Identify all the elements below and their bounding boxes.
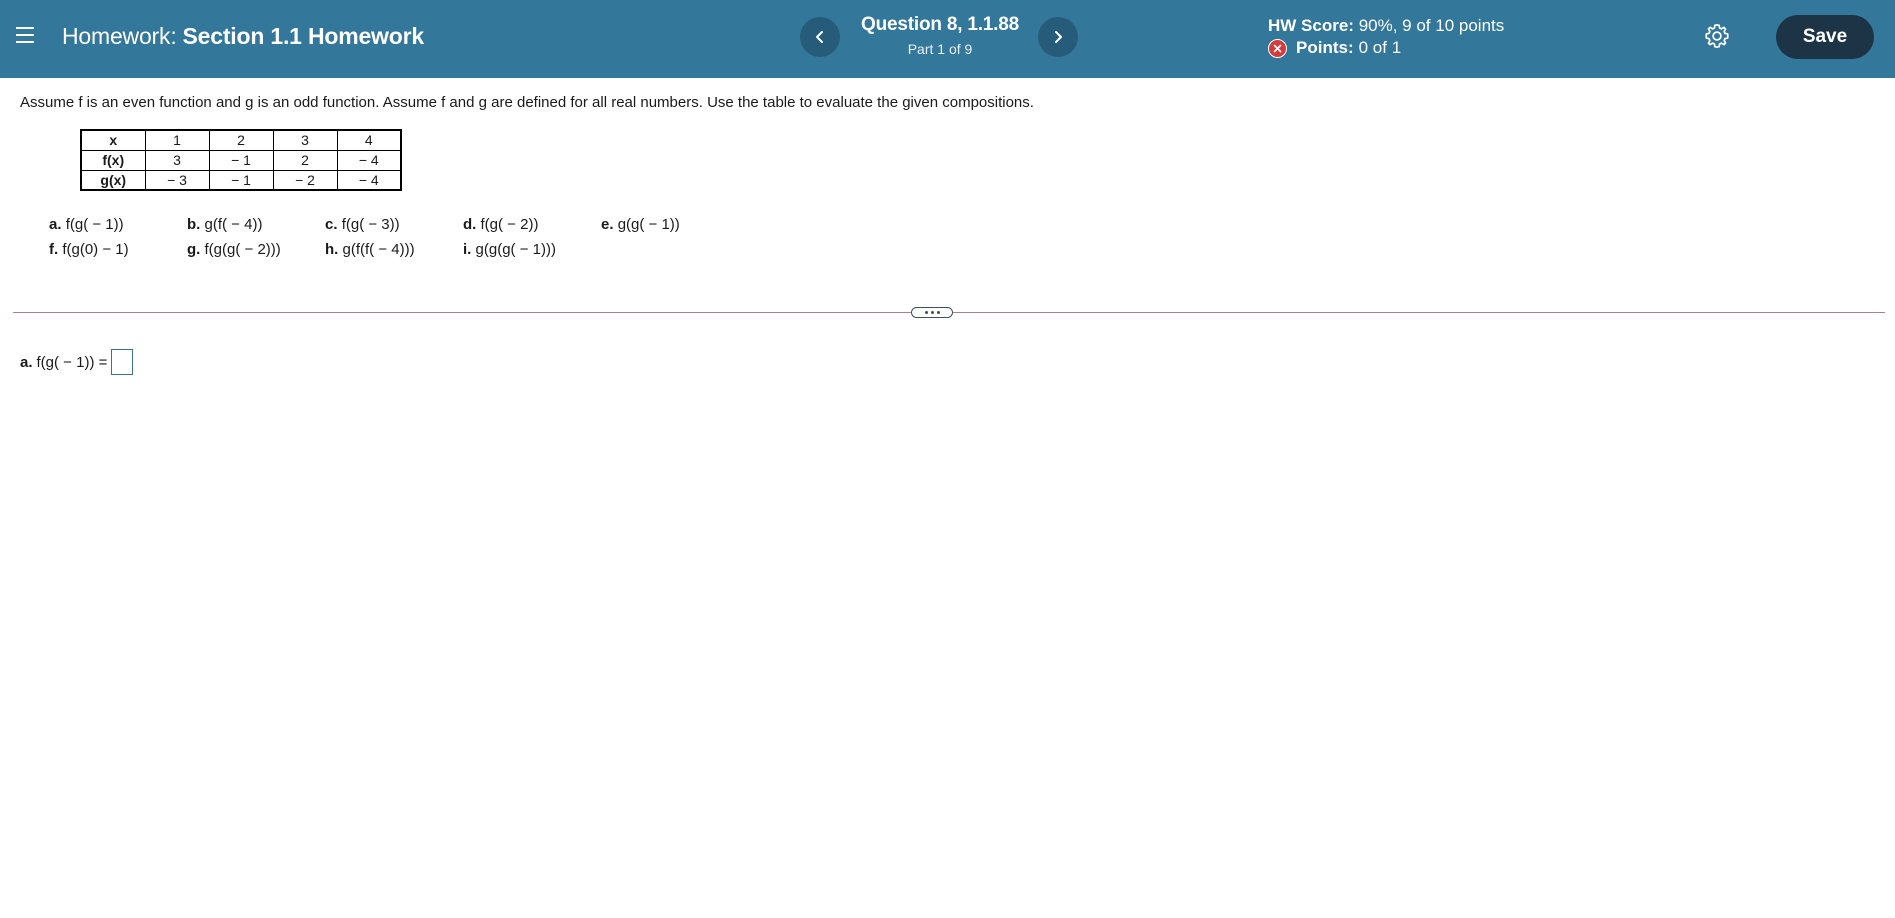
homework-title: Homework: Section 1.1 Homework [62, 23, 424, 50]
save-button[interactable]: Save [1776, 15, 1874, 59]
part-letter: c. [325, 216, 338, 233]
top-bar: Homework: Section 1.1 Homework Question 8… [0, 0, 1895, 78]
previous-question-button[interactable] [800, 17, 840, 57]
parts-row-1: a. f(g( − 1)) b. g(f( − 4)) c. f(g( − 3)… [49, 212, 739, 237]
answer-input[interactable] [111, 349, 134, 375]
part-expression: f(g( − 1)) [65, 216, 124, 233]
points: Points: 0 of 1 [1268, 38, 1401, 58]
problem-instructions: Assume f is an even function and g is an… [20, 94, 1034, 111]
table-row: g(x) − 3 − 1 − 2 − 4 [80, 169, 402, 191]
question-title: Question 8, 1.1.88 [861, 14, 1019, 35]
table-cell: 3 [144, 149, 210, 171]
divider-expand-handle[interactable] [911, 307, 953, 318]
gear-icon[interactable] [1704, 23, 1730, 49]
table-cell: − 1 [208, 149, 274, 171]
chevron-right-icon [1055, 31, 1062, 43]
homework-label: Homework: [62, 23, 177, 49]
part-item: a. f(g( − 1)) [49, 216, 187, 233]
table-cell: − 4 [336, 149, 402, 171]
chevron-left-icon [816, 31, 823, 43]
table-cell: − 3 [144, 169, 210, 191]
composition-parts: a. f(g( − 1)) b. g(f( − 4)) c. f(g( − 3)… [49, 212, 739, 262]
answer-line: a. f(g( − 1)) = [20, 349, 134, 375]
part-item: f. f(g(0) − 1) [49, 241, 187, 258]
dot-icon [930, 311, 934, 314]
table-cell: − 1 [208, 169, 274, 191]
points-label: Points: [1296, 38, 1354, 57]
table-row-header: x [80, 129, 146, 151]
part-letter: b. [187, 216, 201, 233]
part-letter: h. [325, 241, 339, 258]
part-expression: g(f( − 4)) [204, 216, 263, 233]
part-letter: g. [187, 241, 201, 258]
menu-icon[interactable] [14, 22, 38, 48]
part-item: b. g(f( − 4)) [187, 216, 325, 233]
table-cell: 2 [208, 129, 274, 151]
table-cell: 4 [336, 129, 402, 151]
table-row-header: g(x) [80, 169, 146, 191]
part-letter: d. [463, 216, 477, 233]
table-cell: 2 [272, 149, 338, 171]
part-item: c. f(g( − 3)) [325, 216, 463, 233]
parts-row-2: f. f(g(0) − 1) g. f(g(g( − 2))) h. g(f(f… [49, 237, 739, 262]
part-expression: g(g(g( − 1))) [475, 241, 556, 258]
part-letter: i. [463, 241, 472, 258]
dot-icon [924, 311, 928, 314]
part-expression: f(g( − 2)) [480, 216, 539, 233]
function-values-table: x 1 2 3 4 f(x) 3 − 1 2 − 4 g(x) − 3 − 1 … [80, 129, 402, 191]
homework-name: Section 1.1 Homework [182, 23, 425, 49]
table-cell: 1 [144, 129, 210, 151]
question-part: Part 1 of 9 [907, 41, 973, 57]
error-x-icon [1268, 38, 1287, 58]
part-item: h. g(f(f( − 4))) [325, 241, 463, 258]
hw-score-label: HW Score: [1268, 16, 1354, 35]
dot-icon [936, 311, 940, 314]
part-item: d. f(g( − 2)) [463, 216, 601, 233]
next-question-button[interactable] [1038, 17, 1078, 57]
part-letter: a. [49, 216, 62, 233]
part-item: e. g(g( − 1)) [601, 216, 739, 233]
part-letter: f. [49, 241, 59, 258]
table-row: f(x) 3 − 1 2 − 4 [80, 149, 402, 171]
table-row-header: f(x) [80, 149, 146, 171]
part-letter: e. [601, 216, 614, 233]
hw-score-value: 90%, 9 of 10 points [1358, 16, 1505, 35]
answer-letter: a. [20, 353, 33, 371]
part-expression: g(g( − 1)) [617, 216, 680, 233]
hw-score: HW Score: 90%, 9 of 10 points [1268, 16, 1504, 36]
part-expression: f(g( − 3)) [341, 216, 400, 233]
table-cell: − 2 [272, 169, 338, 191]
part-expression: f(g(g( − 2))) [204, 241, 281, 258]
question-info: Question 8, 1.1.88 Part 1 of 9 [850, 14, 1030, 57]
table-cell: − 4 [336, 169, 402, 191]
table-cell: 3 [272, 129, 338, 151]
points-value: 0 of 1 [1358, 38, 1402, 57]
part-expression: g(f(f( − 4))) [342, 241, 415, 258]
part-item: g. f(g(g( − 2))) [187, 241, 325, 258]
answer-prompt: f(g( − 1)) = [36, 353, 108, 371]
part-item: i. g(g(g( − 1))) [463, 241, 601, 258]
part-expression: f(g(0) − 1) [62, 241, 129, 258]
table-row: x 1 2 3 4 [80, 129, 402, 151]
